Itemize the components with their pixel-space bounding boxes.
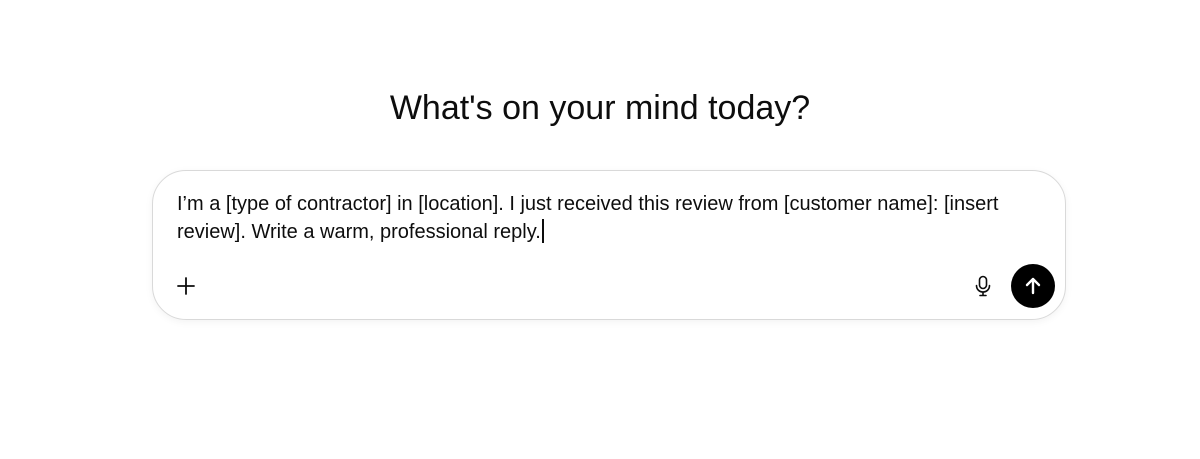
page-title: What's on your mind today? (389, 89, 811, 127)
voice-input-button[interactable] (968, 271, 998, 301)
prompt-composer[interactable]: I’m a [type of contractor] in [location]… (152, 170, 1066, 320)
text-cursor (541, 219, 544, 243)
chat-home-page: What's on your mind today? I’m a [type o… (0, 0, 1200, 459)
microphone-icon (973, 275, 993, 297)
add-attachment-button[interactable] (171, 271, 201, 301)
send-button[interactable] (1011, 264, 1055, 308)
prompt-text: I’m a [type of contractor] in [location]… (177, 193, 999, 243)
plus-icon (176, 276, 196, 296)
arrow-up-icon (1023, 276, 1043, 296)
prompt-input[interactable]: I’m a [type of contractor] in [location]… (177, 190, 1027, 246)
